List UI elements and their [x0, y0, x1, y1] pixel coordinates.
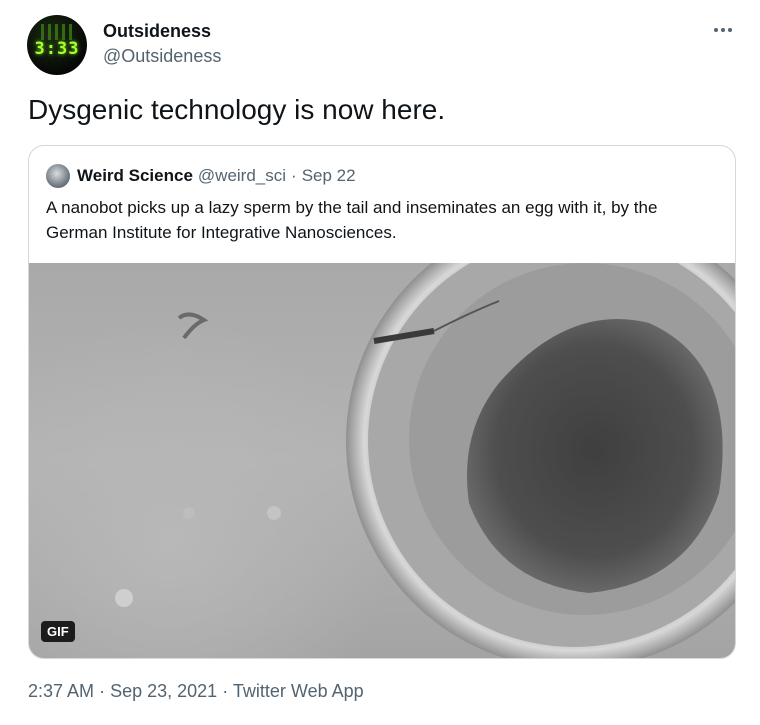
timestamp-separator: ·	[99, 681, 106, 701]
quoted-tweet-header: Weird Science @weird_sci · Sep 22	[46, 164, 356, 188]
tweet-source-link[interactable]: Twitter Web App	[233, 681, 364, 701]
microscope-image	[115, 263, 735, 658]
more-horizontal-icon-dot	[728, 28, 732, 32]
quoted-author-name[interactable]: Weird Science	[77, 166, 193, 186]
tweet-timestamp: 2:37 AM · Sep 23, 2021 · Twitter Web App	[28, 681, 364, 702]
quoted-author-avatar[interactable]	[46, 164, 70, 188]
quoted-tweet-media-gif[interactable]: GIF	[29, 263, 735, 658]
more-options-button[interactable]	[712, 20, 734, 40]
timestamp-separator: ·	[222, 681, 229, 701]
avatar-clock-text: 3:33	[34, 39, 80, 59]
author-avatar[interactable]: 3:33	[27, 15, 87, 75]
more-horizontal-icon	[714, 28, 718, 32]
gif-badge: GIF	[41, 621, 75, 642]
more-horizontal-icon-dot	[721, 28, 725, 32]
quoted-tweet-card[interactable]: Weird Science @weird_sci · Sep 22 A nano…	[28, 145, 736, 659]
tweet-date-link[interactable]: Sep 23, 2021	[110, 681, 217, 701]
author-handle[interactable]: @Outsideness	[103, 46, 221, 67]
quoted-meta-separator: ·	[291, 166, 297, 185]
tweet-time-link[interactable]: 2:37 AM	[28, 681, 94, 701]
tweet-container: 3:33 Outsideness @Outsideness Dysgenic t…	[0, 0, 760, 725]
author-display-name[interactable]: Outsideness	[103, 21, 211, 42]
quoted-author-handle[interactable]: @weird_sci	[198, 166, 286, 186]
avatar-bars-decoration	[41, 24, 73, 40]
quoted-tweet-text: A nanobot picks up a lazy sperm by the t…	[46, 198, 658, 242]
tweet-text: Dysgenic technology is now here.	[28, 94, 446, 125]
quoted-tweet-date[interactable]: Sep 22	[302, 166, 356, 186]
